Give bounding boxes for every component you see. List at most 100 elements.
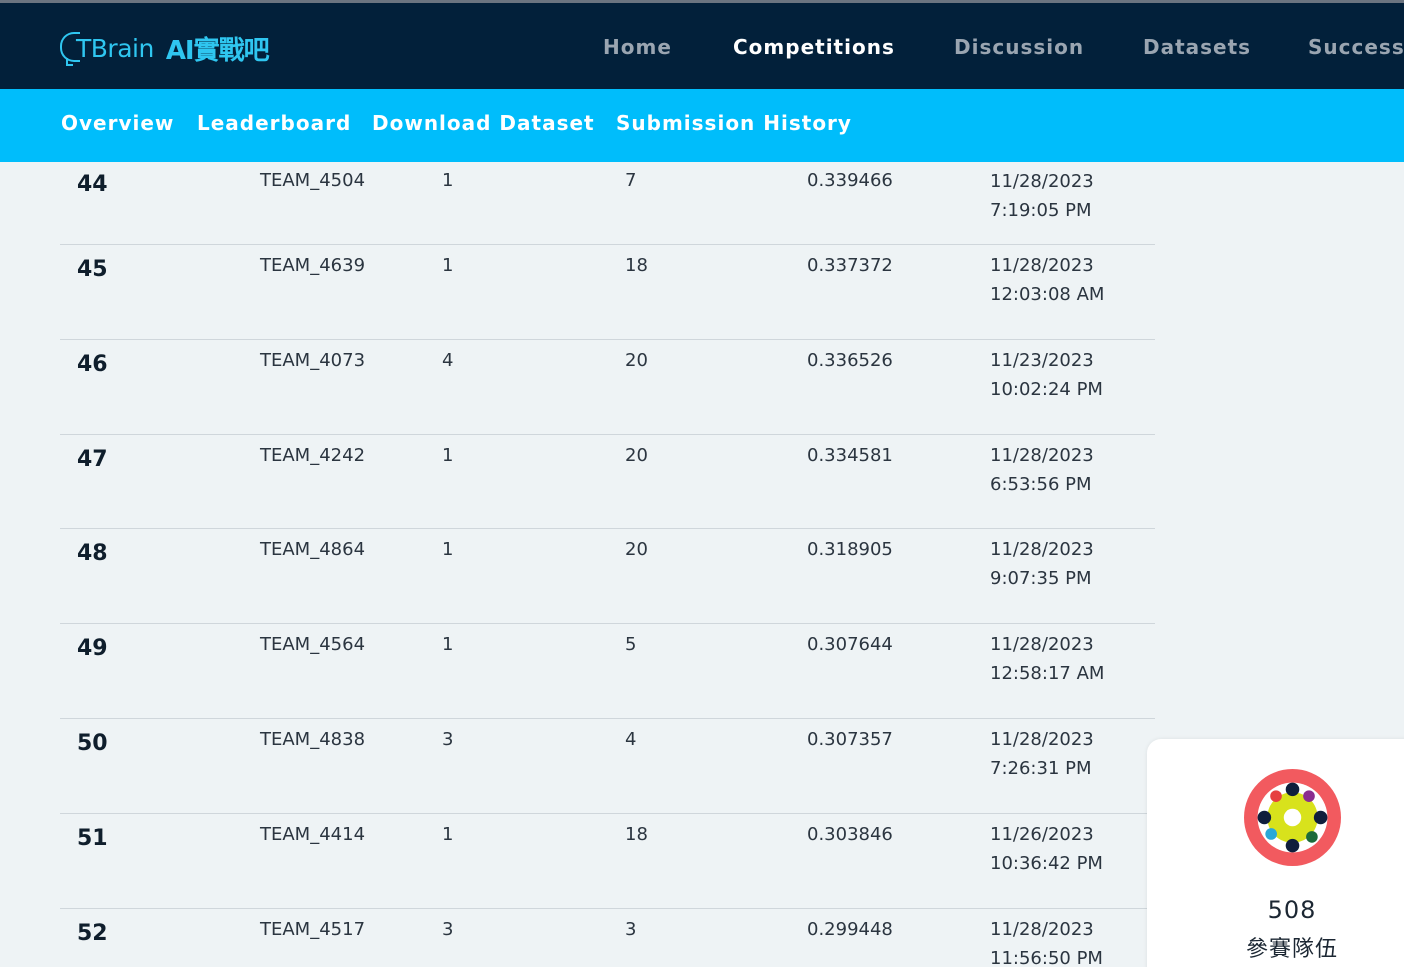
submission-date: 11/28/2023 — [990, 728, 1094, 750]
submission-count-cell: 3 — [625, 918, 637, 940]
tab-submission-history[interactable]: Submission History — [616, 111, 852, 135]
rank-cell: 49 — [77, 636, 108, 662]
submission-time: 7:19:05 PM — [990, 200, 1092, 221]
score-cell: 0.307644 — [807, 634, 893, 656]
teams-count-card: 508 參賽隊伍 — [1147, 739, 1404, 967]
team-members-cell: 4 — [442, 349, 454, 371]
submission-count-cell: 20 — [625, 349, 648, 371]
nav-discussion[interactable]: Discussion — [954, 35, 1084, 59]
submission-date: 11/28/2023 — [990, 255, 1094, 276]
team-members-cell: 1 — [442, 255, 454, 276]
top-navbar: TBrain AI實戰吧 Home Competitions Discussio… — [0, 0, 1404, 89]
submission-count-cell: 5 — [625, 634, 637, 656]
score-cell: 0.334581 — [807, 444, 893, 466]
submission-count-cell: 20 — [625, 444, 648, 466]
submission-count-cell: 4 — [625, 728, 637, 750]
table-row: 45 TEAM_4639 1 18 0.337372 11/28/2023 12:03:08… — [60, 245, 1155, 340]
team-members-cell: 3 — [442, 728, 454, 750]
submission-time: 6:53:56 PM — [990, 473, 1092, 495]
submission-date: 11/28/2023 — [990, 918, 1094, 940]
rank-cell: 50 — [77, 730, 108, 756]
rank-cell: 48 — [77, 541, 108, 567]
nav-competitions[interactable]: Competitions — [733, 35, 895, 59]
submission-date: 11/26/2023 — [990, 823, 1094, 845]
team-name-cell: TEAM_4242 — [260, 444, 366, 466]
submission-time: 9:07:35 PM — [990, 568, 1092, 590]
score-cell: 0.339466 — [807, 170, 893, 191]
nav-home[interactable]: Home — [603, 35, 672, 59]
rank-cell: 45 — [77, 257, 108, 282]
tbrain-logo[interactable]: TBrain AI實戰吧 — [60, 25, 270, 71]
table-row: 50 TEAM_4838 3 4 0.307357 11/28/2023 7:26:31 P… — [60, 719, 1155, 814]
teams-icon — [1244, 769, 1341, 866]
team-members-cell: 1 — [442, 539, 454, 561]
submission-date: 11/28/2023 — [990, 539, 1094, 561]
tab-download-dataset[interactable]: Download Dataset — [372, 111, 595, 135]
table-row: 44 TEAM_4504 1 7 0.339466 11/28/2023 7:19:05 P… — [60, 162, 1155, 245]
table-row: 52 TEAM_4517 3 3 0.299448 11/28/2023 11:56:50 … — [60, 909, 1155, 967]
table-row: 48 TEAM_4864 1 20 0.318905 11/28/2023 9:07:35 … — [60, 529, 1155, 625]
team-name-cell: TEAM_4864 — [260, 539, 366, 561]
score-cell: 0.336526 — [807, 349, 893, 371]
last-submission-cell: 11/28/2023 12:58:17 AM — [990, 630, 1104, 688]
last-submission-cell: 11/28/2023 7:19:05 PM — [990, 167, 1094, 225]
team-name-cell: TEAM_4838 — [260, 728, 366, 750]
rank-cell: 44 — [77, 172, 108, 197]
nav-success[interactable]: Success — [1308, 35, 1404, 59]
table-row: 51 TEAM_4414 1 18 0.303846 11/26/2023 10:36:42… — [60, 814, 1155, 909]
competition-subnav: Overview Leaderboard Download Dataset Su… — [0, 89, 1404, 162]
rank-cell: 51 — [77, 825, 108, 851]
submission-count-cell: 7 — [625, 170, 637, 191]
tab-leaderboard[interactable]: Leaderboard — [197, 111, 351, 135]
last-submission-cell: 11/28/2023 9:07:35 PM — [990, 535, 1094, 593]
team-name-cell: TEAM_4517 — [260, 918, 366, 940]
submission-date: 11/28/2023 — [990, 634, 1094, 656]
team-name-cell: TEAM_4414 — [260, 823, 366, 845]
score-cell: 0.337372 — [807, 255, 893, 276]
team-members-cell: 1 — [442, 444, 454, 466]
submission-time: 10:36:42 PM — [990, 852, 1103, 874]
submission-time: 11:56:50 PM — [990, 947, 1103, 967]
table-row: 46 TEAM_4073 4 20 0.336526 11/23/2023 10:02:24… — [60, 340, 1155, 435]
score-cell: 0.318905 — [807, 539, 893, 561]
submission-time: 12:03:08 AM — [990, 284, 1105, 305]
team-members-cell: 3 — [442, 918, 454, 940]
team-name-cell: TEAM_4639 — [260, 255, 366, 276]
submission-count-cell: 18 — [625, 255, 648, 276]
submission-date: 11/28/2023 — [990, 171, 1094, 192]
tab-overview[interactable]: Overview — [61, 111, 174, 135]
submission-time: 10:02:24 PM — [990, 378, 1103, 400]
submission-count-cell: 18 — [625, 823, 648, 845]
logo-text: TBrain — [76, 33, 154, 63]
last-submission-cell: 11/28/2023 12:03:08 AM — [990, 251, 1104, 309]
last-submission-cell: 11/28/2023 11:56:50 PM — [990, 915, 1103, 967]
teams-label: 參賽隊伍 — [1245, 937, 1338, 962]
score-cell: 0.303846 — [807, 823, 893, 845]
team-name-cell: TEAM_4504 — [260, 170, 366, 191]
submission-time: 7:26:31 PM — [990, 757, 1092, 779]
rank-cell: 47 — [77, 446, 108, 472]
nav-datasets[interactable]: Datasets — [1143, 35, 1251, 59]
last-submission-cell: 11/28/2023 6:53:56 PM — [990, 441, 1094, 499]
team-members-cell: 1 — [442, 170, 454, 191]
table-row: 47 TEAM_4242 1 20 0.334581 11/28/2023 6:53:56 … — [60, 435, 1155, 530]
teams-count: 508 — [1267, 896, 1317, 924]
submission-count-cell: 20 — [625, 539, 648, 561]
team-members-cell: 1 — [442, 823, 454, 845]
team-members-cell: 1 — [442, 634, 454, 656]
score-cell: 0.299448 — [807, 918, 893, 940]
rank-cell: 46 — [77, 351, 108, 377]
logo-ai-text: AI實戰吧 — [165, 35, 270, 66]
leaderboard-table: 44 TEAM_4504 1 7 0.339466 11/28/2023 7:19:05 P… — [60, 162, 1155, 967]
last-submission-cell: 11/23/2023 10:02:24 PM — [990, 346, 1103, 404]
logo-bubble-icon — [60, 28, 82, 68]
rank-cell: 52 — [77, 920, 108, 946]
last-submission-cell: 11/28/2023 7:26:31 PM — [990, 725, 1094, 783]
team-name-cell: TEAM_4073 — [260, 349, 366, 371]
submission-date: 11/28/2023 — [990, 444, 1094, 466]
table-row: 49 TEAM_4564 1 5 0.307644 11/28/2023 12:58:17 … — [60, 624, 1155, 719]
score-cell: 0.307357 — [807, 728, 893, 750]
submission-date: 11/23/2023 — [990, 349, 1094, 371]
last-submission-cell: 11/26/2023 10:36:42 PM — [990, 820, 1103, 878]
team-name-cell: TEAM_4564 — [260, 634, 366, 656]
